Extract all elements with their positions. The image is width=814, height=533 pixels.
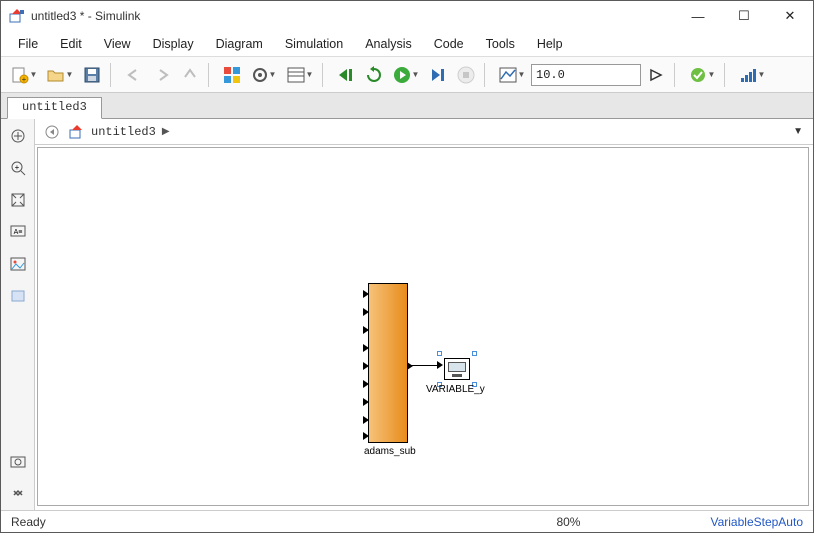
- inport-icon[interactable]: [363, 344, 369, 352]
- menu-display[interactable]: Display: [142, 33, 205, 55]
- inport-icon[interactable]: [363, 362, 369, 370]
- status-solver[interactable]: VariableStepAuto: [710, 515, 803, 529]
- window-controls: — ☐ ✕: [675, 1, 813, 31]
- build-button[interactable]: ▼: [735, 62, 769, 88]
- svg-text:A≡: A≡: [13, 229, 22, 236]
- separator: [208, 63, 214, 87]
- outport-icon[interactable]: [407, 362, 413, 370]
- menu-file[interactable]: File: [7, 33, 49, 55]
- library-browser-button[interactable]: [219, 62, 245, 88]
- breadcrumb: untitled3 ▶ ▼: [35, 119, 813, 145]
- model-icon: [69, 124, 85, 140]
- breadcrumb-dropdown[interactable]: ▼: [789, 124, 807, 139]
- signal-wire[interactable]: [409, 365, 439, 366]
- zoom-in-button[interactable]: +: [7, 157, 29, 179]
- new-model-button[interactable]: +▼: [7, 62, 41, 88]
- step-back-button[interactable]: [333, 62, 359, 88]
- window-title: untitled3 * - Simulink: [31, 9, 675, 23]
- workspace: + A≡ untitled3 ▶ ▼: [1, 119, 813, 510]
- status-zoom[interactable]: 80%: [556, 515, 580, 529]
- step-forward-button[interactable]: [425, 62, 451, 88]
- restart-button[interactable]: [361, 62, 387, 88]
- up-button[interactable]: [177, 62, 203, 88]
- menu-analysis[interactable]: Analysis: [354, 33, 423, 55]
- menu-help[interactable]: Help: [526, 33, 574, 55]
- annotation-button[interactable]: A≡: [7, 221, 29, 243]
- tab-untitled3[interactable]: untitled3: [7, 97, 102, 119]
- stop-button[interactable]: [453, 62, 479, 88]
- inport-icon[interactable]: [363, 398, 369, 406]
- menubar: File Edit View Display Diagram Simulatio…: [1, 31, 813, 57]
- app-window: untitled3 * - Simulink — ☐ ✕ File Edit V…: [0, 0, 814, 533]
- separator: [484, 63, 490, 87]
- fast-restart-button[interactable]: [643, 62, 669, 88]
- fit-view-button[interactable]: [7, 189, 29, 211]
- open-button[interactable]: ▼: [43, 62, 77, 88]
- block-label-adams-sub: adams_sub: [364, 446, 416, 457]
- back-button[interactable]: [121, 62, 147, 88]
- simulation-time-input[interactable]: [531, 64, 641, 86]
- save-button[interactable]: [79, 62, 105, 88]
- app-icon: [9, 8, 25, 24]
- area-button[interactable]: [7, 285, 29, 307]
- separator: [322, 63, 328, 87]
- inport-icon[interactable]: [363, 380, 369, 388]
- tab-strip: untitled3: [1, 93, 813, 119]
- resize-handle[interactable]: [472, 351, 477, 356]
- show-panel-button[interactable]: [7, 482, 29, 504]
- selection-handles: [440, 354, 474, 384]
- status-ready: Ready: [11, 515, 46, 529]
- breadcrumb-model[interactable]: untitled3: [91, 125, 156, 139]
- block-adams-sub[interactable]: [368, 283, 408, 443]
- menu-tools[interactable]: Tools: [475, 33, 526, 55]
- run-button[interactable]: ▼: [389, 62, 423, 88]
- screenshot-button[interactable]: [7, 450, 29, 472]
- resize-handle[interactable]: [437, 351, 442, 356]
- model-config-button[interactable]: ▼: [247, 62, 281, 88]
- minimize-button[interactable]: —: [675, 1, 721, 31]
- forward-button[interactable]: [149, 62, 175, 88]
- svg-text:+: +: [14, 163, 19, 172]
- hide-nav-button[interactable]: [7, 125, 29, 147]
- titlebar: untitled3 * - Simulink — ☐ ✕: [1, 1, 813, 31]
- close-button[interactable]: ✕: [767, 1, 813, 31]
- model-canvas[interactable]: adams_sub VARIABLE_y: [37, 147, 809, 506]
- update-diagram-button[interactable]: ▼: [685, 62, 719, 88]
- inport-icon[interactable]: [363, 416, 369, 424]
- inport-icon[interactable]: [363, 308, 369, 316]
- image-button[interactable]: [7, 253, 29, 275]
- inport-icon[interactable]: [363, 432, 369, 440]
- breadcrumb-arrow-icon[interactable]: ▶: [162, 126, 170, 137]
- menu-simulation[interactable]: Simulation: [274, 33, 354, 55]
- menu-edit[interactable]: Edit: [49, 33, 93, 55]
- svg-text:+: +: [21, 75, 26, 84]
- inport-icon[interactable]: [363, 326, 369, 334]
- inport-icon[interactable]: [363, 290, 369, 298]
- menu-diagram[interactable]: Diagram: [205, 33, 274, 55]
- block-label-scope: VARIABLE_y: [426, 384, 485, 395]
- menu-view[interactable]: View: [93, 33, 142, 55]
- left-toolbar: + A≡: [1, 119, 35, 510]
- canvas-area: untitled3 ▶ ▼ a: [35, 119, 813, 510]
- separator: [674, 63, 680, 87]
- data-inspector-button[interactable]: ▼: [495, 62, 529, 88]
- separator: [724, 63, 730, 87]
- menu-code[interactable]: Code: [423, 33, 475, 55]
- nav-back-icon[interactable]: [41, 121, 63, 143]
- toolbar: +▼ ▼ ▼ ▼: [1, 57, 813, 93]
- separator: [110, 63, 116, 87]
- model-explorer-button[interactable]: ▼: [283, 62, 317, 88]
- statusbar: Ready 80% VariableStepAuto: [1, 510, 813, 532]
- maximize-button[interactable]: ☐: [721, 1, 767, 31]
